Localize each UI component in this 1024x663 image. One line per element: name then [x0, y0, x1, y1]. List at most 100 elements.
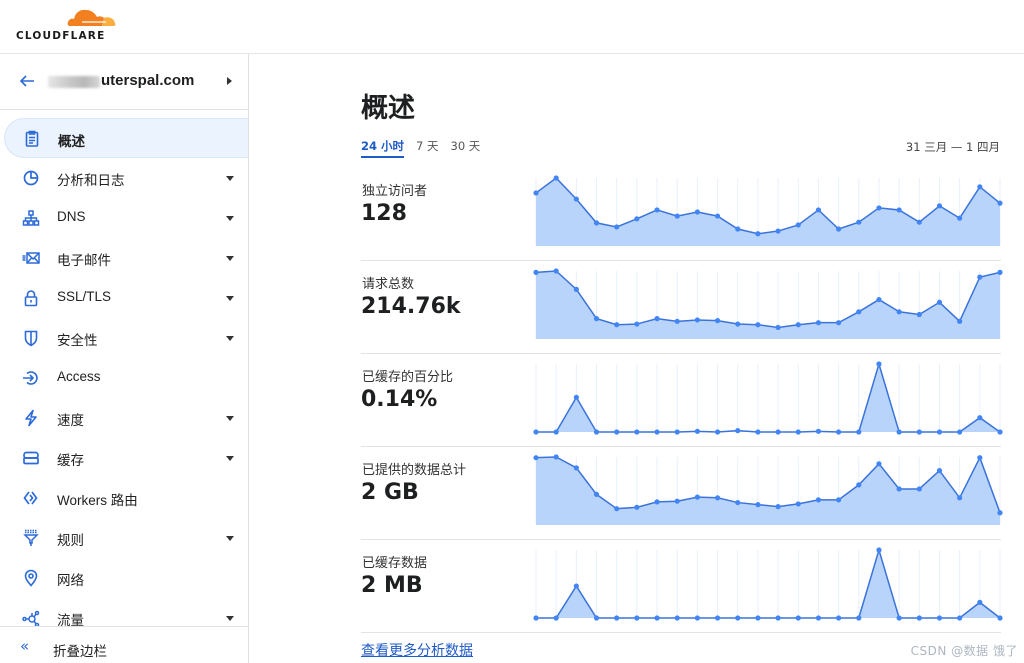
data-point[interactable] — [836, 615, 842, 621]
data-point[interactable] — [997, 429, 1003, 435]
data-point[interactable] — [593, 615, 600, 621]
data-point[interactable] — [936, 615, 943, 621]
data-point[interactable] — [916, 311, 922, 318]
data-point[interactable] — [573, 196, 579, 202]
data-point[interactable] — [614, 615, 620, 621]
data-point[interactable] — [795, 501, 801, 507]
data-point[interactable] — [896, 615, 902, 621]
data-point[interactable] — [775, 429, 781, 435]
cloudflare-logo[interactable]: CLOUDFLARE — [16, 4, 120, 44]
data-point[interactable] — [957, 615, 963, 621]
data-point[interactable] — [775, 504, 781, 510]
data-point[interactable] — [836, 429, 842, 435]
data-point[interactable] — [614, 224, 620, 230]
data-point[interactable] — [654, 316, 660, 322]
data-point[interactable] — [674, 615, 680, 621]
data-point[interactable] — [714, 495, 721, 501]
data-point[interactable] — [876, 205, 882, 211]
sidebar-item-overview[interactable]: 概述 — [4, 118, 248, 158]
sidebar-item-network[interactable]: 网络 — [0, 558, 248, 598]
data-point[interactable] — [916, 615, 922, 621]
data-point[interactable] — [674, 213, 680, 219]
data-point[interactable] — [674, 498, 680, 504]
data-point[interactable] — [654, 207, 660, 213]
data-point[interactable] — [856, 482, 862, 488]
data-point[interactable] — [553, 175, 559, 181]
data-point[interactable] — [654, 429, 660, 435]
back-arrow-icon[interactable] — [18, 72, 36, 90]
data-point[interactable] — [755, 502, 761, 508]
data-point[interactable] — [836, 320, 842, 326]
data-point[interactable] — [553, 429, 559, 435]
data-point[interactable] — [593, 316, 600, 322]
data-point[interactable] — [735, 321, 741, 327]
data-point[interactable] — [936, 299, 943, 305]
data-point[interactable] — [573, 583, 579, 589]
data-point[interactable] — [694, 494, 700, 500]
sidebar-item-analytics[interactable]: 分析和日志 — [0, 158, 248, 198]
data-point[interactable] — [856, 309, 862, 315]
data-point[interactable] — [957, 495, 963, 501]
sidebar-item-ssl-tls[interactable]: SSL/TLS — [0, 278, 248, 318]
data-point[interactable] — [957, 429, 963, 435]
sparkline-chart[interactable] — [533, 354, 1003, 447]
data-point[interactable] — [614, 322, 620, 328]
sidebar-item-caching[interactable]: 缓存 — [0, 438, 248, 478]
data-point[interactable] — [775, 324, 781, 331]
data-point[interactable] — [735, 499, 741, 506]
sparkline-chart[interactable] — [533, 168, 1003, 261]
data-point[interactable] — [916, 486, 922, 492]
data-point[interactable] — [634, 429, 640, 435]
data-point[interactable] — [775, 615, 781, 621]
data-point[interactable] — [957, 215, 963, 221]
data-point[interactable] — [836, 226, 842, 232]
data-point[interactable] — [856, 219, 862, 225]
data-point[interactable] — [815, 320, 822, 326]
data-point[interactable] — [856, 429, 862, 435]
data-point[interactable] — [815, 207, 822, 213]
data-point[interactable] — [896, 486, 902, 492]
data-point[interactable] — [836, 497, 842, 503]
data-point[interactable] — [977, 455, 983, 461]
data-point[interactable] — [916, 429, 922, 435]
data-point[interactable] — [896, 309, 902, 315]
data-point[interactable] — [654, 615, 660, 621]
data-point[interactable] — [815, 497, 822, 503]
data-point[interactable] — [735, 428, 741, 434]
data-point[interactable] — [553, 615, 559, 621]
data-point[interactable] — [694, 428, 700, 434]
domain-selector[interactable]: uterspal.com — [0, 54, 248, 110]
sidebar-item-rules[interactable]: 规则 — [0, 518, 248, 558]
sidebar-item-speed[interactable]: 速度 — [0, 398, 248, 438]
data-point[interactable] — [957, 318, 963, 324]
tab-30-days[interactable]: 30 天 — [451, 138, 481, 158]
collapse-sidebar-button[interactable]: « 折叠边栏 — [0, 626, 248, 663]
data-point[interactable] — [634, 615, 640, 621]
data-point[interactable] — [714, 213, 721, 219]
domain-caret-icon[interactable] — [227, 77, 232, 85]
data-point[interactable] — [573, 465, 579, 471]
data-point[interactable] — [553, 454, 559, 460]
data-point[interactable] — [815, 428, 822, 434]
data-point[interactable] — [654, 499, 660, 505]
data-point[interactable] — [735, 615, 741, 621]
data-point[interactable] — [916, 219, 922, 225]
sidebar-item-dns[interactable]: DNS — [0, 198, 248, 238]
data-point[interactable] — [735, 226, 741, 232]
data-point[interactable] — [674, 318, 680, 324]
data-point[interactable] — [755, 231, 761, 237]
data-point[interactable] — [593, 220, 600, 226]
data-point[interactable] — [533, 269, 539, 275]
data-point[interactable] — [614, 429, 620, 435]
data-point[interactable] — [614, 506, 620, 512]
data-point[interactable] — [876, 547, 882, 553]
data-point[interactable] — [795, 222, 801, 228]
data-point[interactable] — [694, 209, 700, 215]
sidebar-item-workers-routes[interactable]: Workers 路由 — [0, 478, 248, 518]
data-point[interactable] — [533, 190, 539, 196]
data-point[interactable] — [936, 429, 943, 435]
data-point[interactable] — [876, 461, 882, 467]
data-point[interactable] — [593, 429, 600, 435]
data-point[interactable] — [573, 286, 579, 292]
data-point[interactable] — [533, 429, 539, 435]
